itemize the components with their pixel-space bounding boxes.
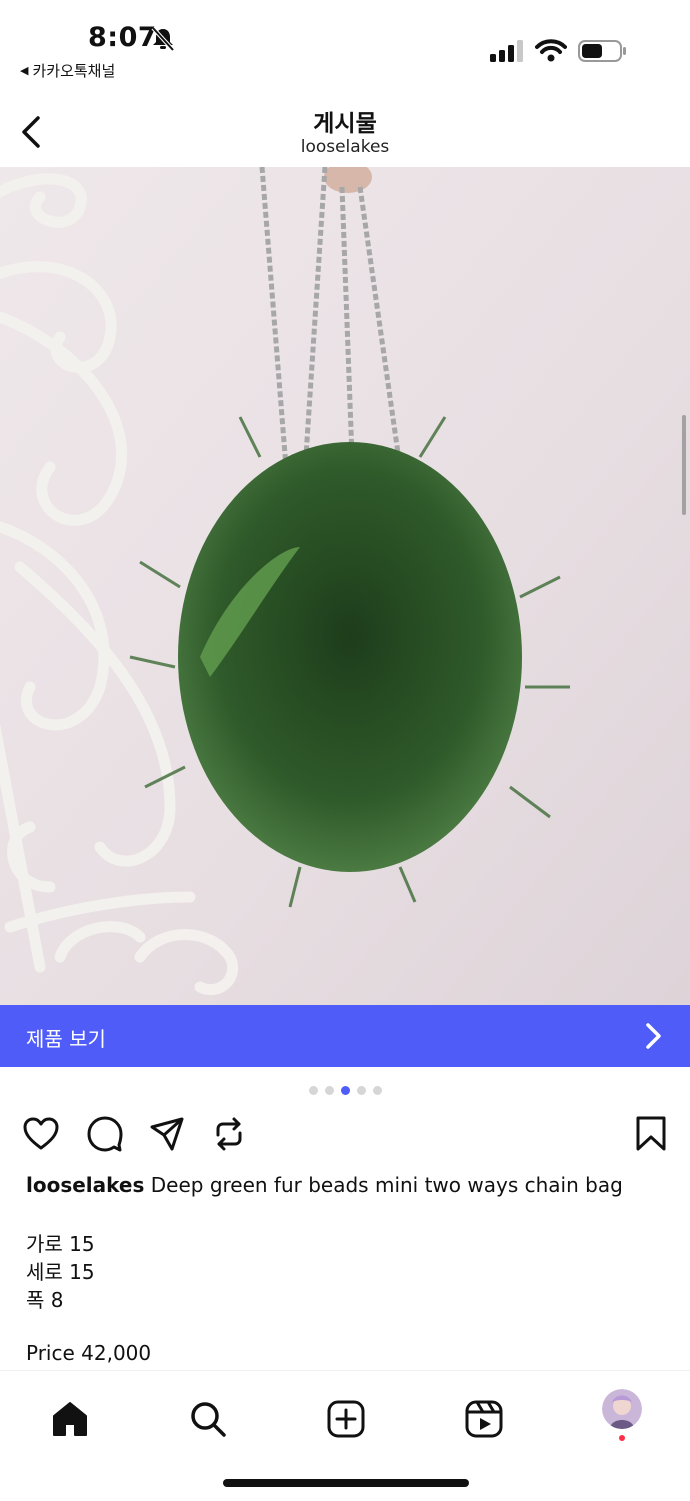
home-icon[interactable] — [50, 1399, 90, 1439]
avatar-image — [602, 1389, 642, 1429]
comment-icon[interactable] — [86, 1115, 124, 1153]
carousel-dot — [340, 1086, 350, 1095]
spec-width: 가로 15 — [26, 1232, 95, 1256]
heart-icon[interactable] — [22, 1115, 60, 1153]
carousel-dot — [324, 1086, 334, 1095]
chevron-right-icon — [646, 1023, 661, 1049]
page-subtitle-username[interactable]: looselakes — [0, 137, 690, 157]
repost-icon[interactable] — [210, 1115, 248, 1153]
post-photo[interactable] — [0, 167, 690, 1005]
spec-depth: 폭 8 — [26, 1288, 64, 1312]
carousel-dot — [356, 1086, 366, 1095]
photo-illustration — [0, 167, 690, 1005]
carousel-dot — [372, 1086, 382, 1095]
page-title: 게시물 — [313, 111, 377, 137]
profile-avatar[interactable] — [602, 1389, 642, 1429]
carousel-dots — [0, 1086, 690, 1095]
signal-icon — [490, 40, 523, 62]
create-post-icon[interactable] — [326, 1399, 366, 1439]
view-product-banner[interactable]: 제품 보기 — [0, 1005, 690, 1067]
caption-username[interactable]: looselakes — [26, 1173, 144, 1197]
bell-muted-icon — [151, 26, 175, 52]
price-text: Price 42,000 — [26, 1341, 152, 1365]
caption-text: Deep green fur beads mini two ways chain… — [150, 1173, 623, 1197]
carousel-dot — [308, 1086, 318, 1095]
share-icon[interactable] — [148, 1115, 186, 1153]
view-product-label: 제품 보기 — [26, 1027, 106, 1051]
notification-dot — [619, 1435, 625, 1441]
battery-icon — [578, 40, 626, 62]
home-indicator[interactable] — [223, 1479, 469, 1487]
back-to-app-link[interactable]: ◀ 카카오톡채널 — [20, 60, 115, 81]
reels-icon[interactable] — [464, 1399, 504, 1439]
post-caption: looselakes Deep green fur beads mini two… — [26, 1172, 666, 1198]
scroll-indicator — [682, 415, 686, 515]
spec-height: 세로 15 — [26, 1260, 95, 1284]
status-time: 8:07 — [88, 22, 158, 53]
search-icon[interactable] — [188, 1399, 228, 1439]
back-app-label: 카카오톡채널 — [32, 62, 116, 80]
bottom-tab-bar — [0, 1370, 690, 1501]
wifi-icon — [535, 39, 567, 62]
back-triangle-icon: ◀ — [20, 64, 29, 77]
bookmark-icon[interactable] — [632, 1115, 670, 1153]
